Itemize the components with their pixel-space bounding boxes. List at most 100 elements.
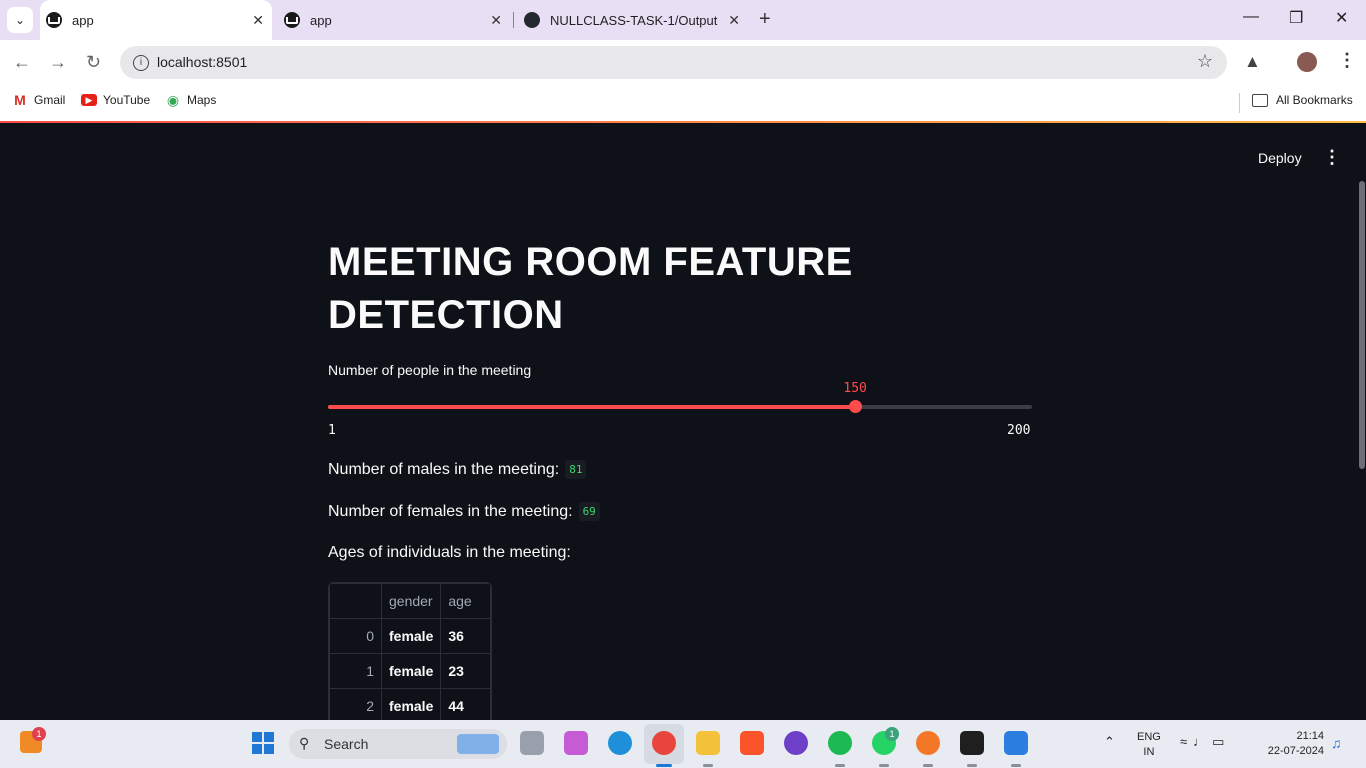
tab-separator: [513, 12, 514, 28]
all-bookmarks-button[interactable]: All Bookmarks: [1252, 93, 1353, 107]
tab-title: app: [72, 12, 94, 28]
clock-date: 22-07-2024: [1267, 745, 1324, 757]
table-row: 1 female 23: [329, 653, 492, 689]
streamlit-icon: [46, 12, 62, 28]
clock[interactable]: 21:14 22-07-2024: [1258, 729, 1324, 759]
age-cell[interactable]: 23: [440, 653, 492, 689]
copilot-icon[interactable]: [564, 731, 588, 755]
females-value: 69: [578, 502, 600, 521]
app-menu-icon[interactable]: ⋮: [1323, 147, 1341, 168]
bell-icon[interactable]: ♫: [1331, 735, 1342, 751]
streamlit-app: Deploy ⋮ MEETING ROOM FEATURE DETECTION …: [0, 123, 1366, 725]
address-bar[interactable]: i localhost:8501 ☆: [120, 46, 1227, 79]
reload-icon[interactable]: ↻: [86, 52, 101, 73]
avatar[interactable]: [1297, 52, 1317, 72]
table-row: 0 female 36: [329, 618, 492, 654]
star-icon[interactable]: ☆: [1197, 51, 1213, 72]
gender-cell[interactable]: female: [380, 653, 442, 689]
tab-app-active[interactable]: app ✕: [40, 0, 272, 40]
females-count-line: Number of females in the meeting: 69: [328, 502, 600, 521]
forward-icon[interactable]: →: [49, 52, 67, 73]
plus-icon: +: [759, 8, 771, 30]
bookmark-label: Maps: [187, 93, 217, 107]
terminal-icon[interactable]: [960, 731, 984, 755]
page-title: MEETING ROOM FEATURE DETECTION: [328, 240, 853, 337]
clock-time: 21:14: [1296, 730, 1324, 742]
gender-cell[interactable]: female: [380, 688, 442, 724]
whatsapp-badge: 1: [885, 727, 899, 741]
slider-fill: [328, 405, 856, 409]
notepad-icon[interactable]: [1004, 731, 1028, 755]
chevron-down-icon: ⌄: [14, 13, 26, 27]
close-window-icon[interactable]: ✕: [1335, 8, 1348, 28]
running-indicator: [879, 764, 889, 767]
taskbar-search-label: Search: [324, 736, 369, 752]
close-icon[interactable]: ✕: [252, 12, 264, 29]
gender-header[interactable]: gender: [380, 583, 442, 619]
slider-thumb[interactable]: [849, 400, 863, 413]
females-label: Number of females in the meeting:: [328, 502, 573, 520]
bookmarks-bar: M Gmail ▶ YouTube ◉ Maps All Bookmarks: [0, 85, 1366, 121]
age-cell[interactable]: 36: [440, 618, 492, 654]
people-slider-track[interactable]: 150: [328, 381, 1032, 413]
running-indicator: [923, 764, 933, 767]
row-index: 2: [329, 688, 382, 724]
notification-badge: 1: [32, 727, 46, 741]
youtube-icon: ▶: [81, 94, 97, 106]
spotify-icon[interactable]: [828, 731, 852, 755]
extensions-icon[interactable]: ▲: [1244, 52, 1261, 72]
age-header[interactable]: age: [440, 583, 492, 619]
slider-label: Number of people in the meeting: [328, 362, 532, 378]
all-bookmarks-label: All Bookmarks: [1276, 93, 1353, 107]
brave-icon[interactable]: [740, 731, 764, 755]
new-tab-button[interactable]: +: [759, 8, 771, 31]
chevron-up-icon[interactable]: ⌃: [1104, 734, 1115, 750]
index-header[interactable]: [329, 583, 382, 619]
running-indicator: [967, 764, 977, 767]
jupyter-icon[interactable]: [916, 731, 940, 755]
language-indicator[interactable]: ENG IN: [1137, 730, 1161, 760]
tab-github[interactable]: NULLCLASS-TASK-1/Output Im ✕: [518, 0, 748, 40]
deploy-button[interactable]: Deploy: [1258, 150, 1302, 166]
taskbar: 1 ⚲ Search 1 ⌃ ENG IN ≈♩▭ 21:14 22-07-20…: [0, 720, 1366, 768]
url-text[interactable]: localhost:8501: [157, 54, 247, 70]
slider-min-label: 1: [328, 423, 336, 438]
minimize-icon[interactable]: —: [1243, 8, 1259, 26]
ages-dataframe[interactable]: gender age 0 female 36 1 female 23 2 fem…: [328, 582, 493, 725]
restore-icon[interactable]: ❐: [1289, 8, 1303, 28]
scrollbar[interactable]: [1359, 181, 1365, 469]
back-icon[interactable]: ←: [13, 52, 31, 73]
browser-toolbar: ← → ↻ i localhost:8501 ☆ ▲ ⋮: [0, 40, 1366, 85]
taskbar-search-box[interactable]: ⚲ Search: [289, 729, 507, 759]
males-count-line: Number of males in the meeting: 81: [328, 460, 587, 479]
task-view-icon[interactable]: [520, 731, 544, 755]
tab-app-2[interactable]: app ✕: [278, 0, 510, 40]
gender-cell[interactable]: female: [380, 618, 442, 654]
edge-icon[interactable]: [608, 731, 632, 755]
file-explorer-icon[interactable]: [696, 731, 720, 755]
info-icon[interactable]: i: [133, 55, 149, 71]
tab-title: app: [310, 12, 332, 28]
gmail-icon: M: [12, 92, 28, 108]
folder-icon: [1252, 93, 1268, 107]
bookmark-gmail[interactable]: M Gmail: [12, 92, 65, 108]
close-icon[interactable]: ✕: [728, 12, 740, 29]
windows-start-icon[interactable]: [252, 732, 274, 754]
system-tray-icons[interactable]: ≈♩▭: [1180, 734, 1230, 750]
bookmark-youtube[interactable]: ▶ YouTube: [81, 93, 150, 107]
close-icon[interactable]: ✕: [490, 12, 502, 29]
running-indicator: [1011, 764, 1021, 767]
slider-value: 150: [843, 381, 867, 396]
github-desktop-icon[interactable]: [784, 731, 808, 755]
active-indicator: [656, 764, 672, 767]
bookmarks-separator: [1239, 93, 1240, 113]
kebab-icon[interactable]: ⋮: [1338, 50, 1356, 71]
wifi-icon: ≈: [1180, 734, 1194, 749]
age-cell[interactable]: 44: [440, 688, 492, 724]
language-code: ENG: [1137, 731, 1161, 743]
chrome-icon[interactable]: [652, 731, 676, 755]
battery-icon: ▭: [1212, 734, 1231, 749]
tab-search-button[interactable]: ⌄: [7, 7, 33, 33]
running-indicator: [835, 764, 845, 767]
bookmark-maps[interactable]: ◉ Maps: [165, 92, 217, 108]
